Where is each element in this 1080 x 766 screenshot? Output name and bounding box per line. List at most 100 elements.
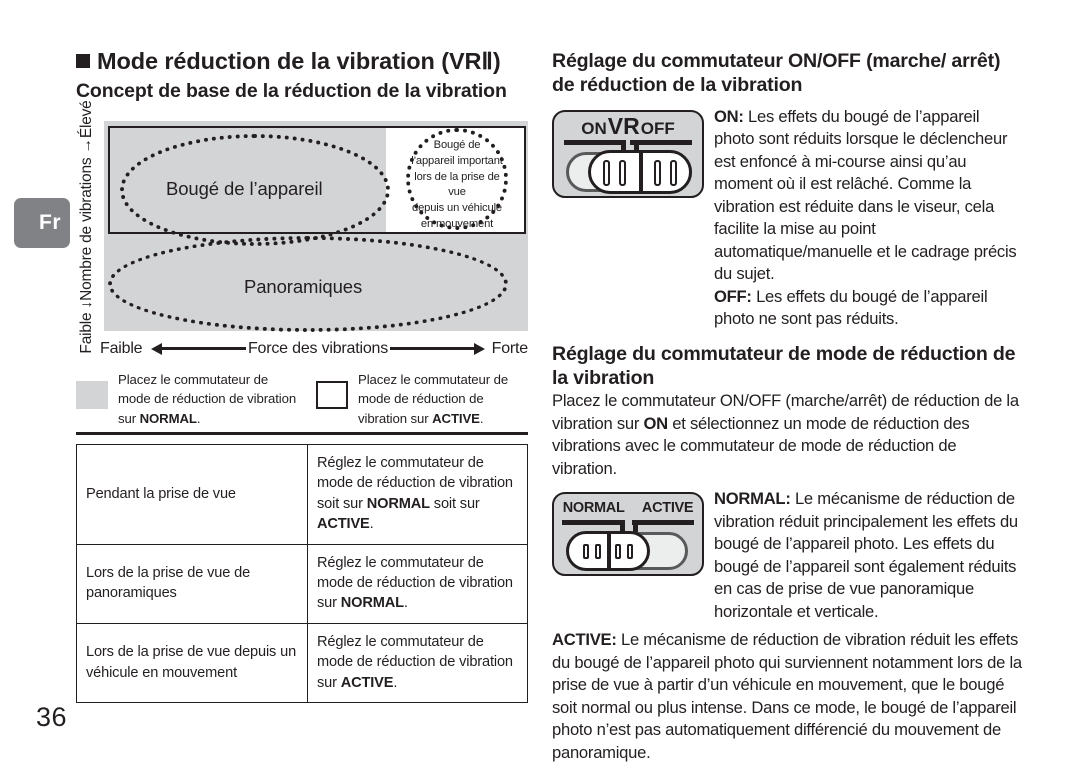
square-bullet-icon xyxy=(76,54,90,68)
right-column: Réglage du commutateur ON/OFF (marche/ a… xyxy=(552,50,1022,764)
vr-switch-grip xyxy=(670,159,677,186)
vr-mode-switch-illustration: NORMAL ACTIVE xyxy=(552,492,704,577)
vr-settings-table: Pendant la prise de vue Réglez le commut… xyxy=(76,443,528,704)
mode-switch-normal-label: NORMAL xyxy=(562,500,625,517)
diagram-legend: Placez le commutateur de mode de réducti… xyxy=(76,370,528,435)
mode-intro-paragraph: Placez le commutateur ON/OFF (marche/arr… xyxy=(552,390,1022,480)
setting-mode-1: NORMAL xyxy=(340,595,404,612)
vr-switch-knob[interactable] xyxy=(588,149,692,194)
mode-switch-bar-left xyxy=(562,520,624,526)
normal-label: NORMAL: xyxy=(714,489,791,509)
circle-note-line: depuis un véhicule xyxy=(412,202,502,215)
axis-rule xyxy=(162,347,246,350)
table-cell-setting: Réglez le commutateur de mode de réducti… xyxy=(307,443,528,545)
mode-intro-bold: ON xyxy=(643,413,669,433)
vr-switch-bar-left xyxy=(564,139,626,145)
setting-mode-2: ACTIVE xyxy=(317,516,370,533)
page-number: 36 xyxy=(36,702,68,732)
left-column: Mode réduction de la vibration (VRⅡ) Con… xyxy=(74,48,528,704)
off-description: OFF: Les effets du bougé de l’appareil p… xyxy=(714,286,1022,331)
active-text: Le mécanisme de réduction de vibration r… xyxy=(552,630,1022,762)
arrow-left-icon xyxy=(151,342,163,355)
mode-switch-grip xyxy=(595,544,601,560)
diagram-x-axis-name: Force des vibrations xyxy=(247,339,389,357)
diagram-x-axis-low: Faible xyxy=(100,339,143,357)
on-text: Les effets du bougé de l’appareil photo … xyxy=(714,106,1017,284)
legend-item-normal: Placez le commutateur de mode de réducti… xyxy=(76,370,302,428)
legend-normal-suffix: . xyxy=(196,410,201,426)
mode-switch-block: NORMAL ACTIVE NORMAL: Le mécanisme de ré… xyxy=(552,488,1022,623)
legend-swatch-white xyxy=(316,380,348,409)
table-cell-setting: Réglez le commutateur de mode de réducti… xyxy=(307,622,528,704)
setting-suffix: . xyxy=(369,516,374,533)
ellipse-panning-label: Panoramiques xyxy=(244,275,363,297)
legend-swatch-gray xyxy=(76,380,108,409)
vr-switch-bar-right xyxy=(630,139,692,145)
table-row: Lors de la prise de vue de panoramiques … xyxy=(76,543,528,624)
diagram-x-axis-high: Forte xyxy=(491,339,529,357)
mode-switch-knob[interactable] xyxy=(566,531,650,572)
setting-middle: soit sur xyxy=(429,495,480,512)
legend-text-active: Placez le commutateur de mode de réducti… xyxy=(358,370,528,428)
mode-switch-bar-right xyxy=(632,520,694,526)
ellipse-camera-shake-label: Bougé de l’appareil xyxy=(166,177,323,199)
mode-switch-labels: NORMAL ACTIVE xyxy=(554,501,702,516)
table-cell-situation: Pendant la prise de vue xyxy=(76,443,308,545)
on-label: ON: xyxy=(714,106,744,126)
active-label: ACTIVE: xyxy=(552,630,617,650)
diagram-y-axis-label: Faible ↓Nombre de vibrations →Élevé xyxy=(78,100,95,354)
legend-text-normal: Placez le commutateur de mode de réducti… xyxy=(118,370,302,428)
circle-note-line: l’appareil important xyxy=(411,154,503,167)
on-description: ON: Les effets du bougé de l’appareil ph… xyxy=(714,106,1022,286)
circle-note-line: lors de la prise de vue xyxy=(414,170,500,199)
language-tab-label: Fr xyxy=(39,211,61,234)
legend-active-mode: ACTIVE xyxy=(432,410,480,426)
language-tab: Fr xyxy=(14,198,70,248)
page-title-text: Mode réduction de la vibration (VRⅡ) xyxy=(97,48,501,74)
legend-active-suffix: . xyxy=(479,410,484,426)
legend-item-active: Placez le commutateur de mode de réducti… xyxy=(302,370,528,428)
normal-description: NORMAL: Le mécanisme de réduction de vib… xyxy=(714,488,1022,623)
normal-text: Le mécanisme de réduction de vibration r… xyxy=(714,489,1018,621)
setting-suffix: . xyxy=(403,595,408,612)
setting-mode-1: ACTIVE xyxy=(340,674,394,691)
circle-note-line: Bougé de xyxy=(433,138,481,151)
mode-switch-grip xyxy=(627,544,633,560)
vr-switch-knob-divider xyxy=(639,152,644,191)
page-title: Mode réduction de la vibration (VRⅡ) xyxy=(76,48,528,76)
circle-note-line: en mouvement xyxy=(420,218,494,231)
vr-onoff-switch-illustration: ONVROFF xyxy=(552,109,704,198)
vr-switch-labels: ONVROFF xyxy=(554,112,702,139)
mode-switch-active-label: ACTIVE xyxy=(641,500,694,517)
active-description: ACTIVE: Le mécanisme de réduction de vib… xyxy=(552,629,1022,764)
setting-suffix: . xyxy=(393,674,398,691)
table-cell-setting: Réglez le commutateur de mode de réducti… xyxy=(307,543,528,624)
vr-switch-off-label: OFF xyxy=(640,118,675,138)
table-cell-situation: Lors de la prise de vue depuis un véhicu… xyxy=(76,622,308,704)
setting-mode-1: NORMAL xyxy=(366,495,430,512)
mode-switch-grip xyxy=(615,544,621,560)
axis-rule xyxy=(390,347,474,350)
vr-switch-grip xyxy=(654,159,661,186)
vr-switch-vr-label: VR xyxy=(607,112,640,139)
vibration-concept-diagram: Faible ↓Nombre de vibrations →Élevé Boug… xyxy=(74,100,528,364)
table-row: Lors de la prise de vue depuis un véhicu… xyxy=(76,622,528,704)
diagram-x-axis: Faible Force des vibrations Forte xyxy=(100,336,528,362)
legend-normal-mode: NORMAL xyxy=(139,410,197,426)
arrow-right-icon xyxy=(473,342,485,355)
onoff-switch-block: ONVROFF ON: Les effets du bougé de l’app… xyxy=(552,106,1022,331)
diagram-y-axis: Faible ↓Nombre de vibrations →Élevé xyxy=(74,100,100,354)
off-label: OFF: xyxy=(714,286,752,306)
vr-switch-on-label: ON xyxy=(581,118,607,138)
table-row: Pendant la prise de vue Réglez le commut… xyxy=(76,443,528,545)
onoff-description: ON: Les effets du bougé de l’appareil ph… xyxy=(714,106,1022,331)
vr-switch-grip xyxy=(603,159,610,186)
heading-mode-switch: Réglage du commutateur de mode de réduct… xyxy=(552,342,1016,389)
vr-switch-grip xyxy=(619,159,626,186)
section-subtitle: Concept de base de la réduction de la vi… xyxy=(76,79,507,102)
mode-switch-knob-divider xyxy=(607,534,612,569)
circle-vehicle-note-text: Bougé de l’appareil important lors de la… xyxy=(406,138,508,233)
table-cell-situation: Lors de la prise de vue de panoramiques xyxy=(76,543,308,624)
heading-onoff-switch: Réglage du commutateur ON/OFF (marche/ a… xyxy=(552,50,1001,96)
